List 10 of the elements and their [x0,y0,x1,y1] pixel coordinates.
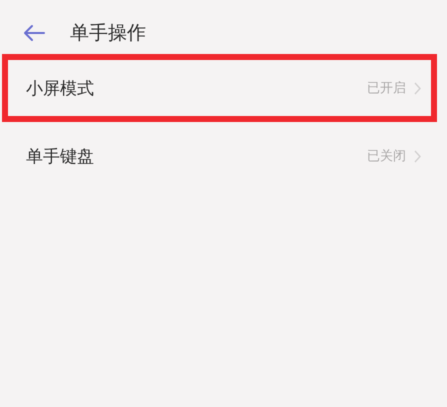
chevron-icon [414,82,421,94]
chevron-icon [414,150,421,162]
settings-row[interactable]: 单手键盘 已关闭 [2,122,437,190]
row-status: 已关闭 [367,148,406,165]
settings-row[interactable]: 小屏模式 已开启 [2,54,437,122]
row-label: 单手键盘 [26,146,95,168]
row-label: 小屏模式 [26,78,95,100]
row-status: 已开启 [367,80,406,97]
back-icon[interactable] [22,24,46,42]
page-title: 单手操作 [70,21,146,46]
